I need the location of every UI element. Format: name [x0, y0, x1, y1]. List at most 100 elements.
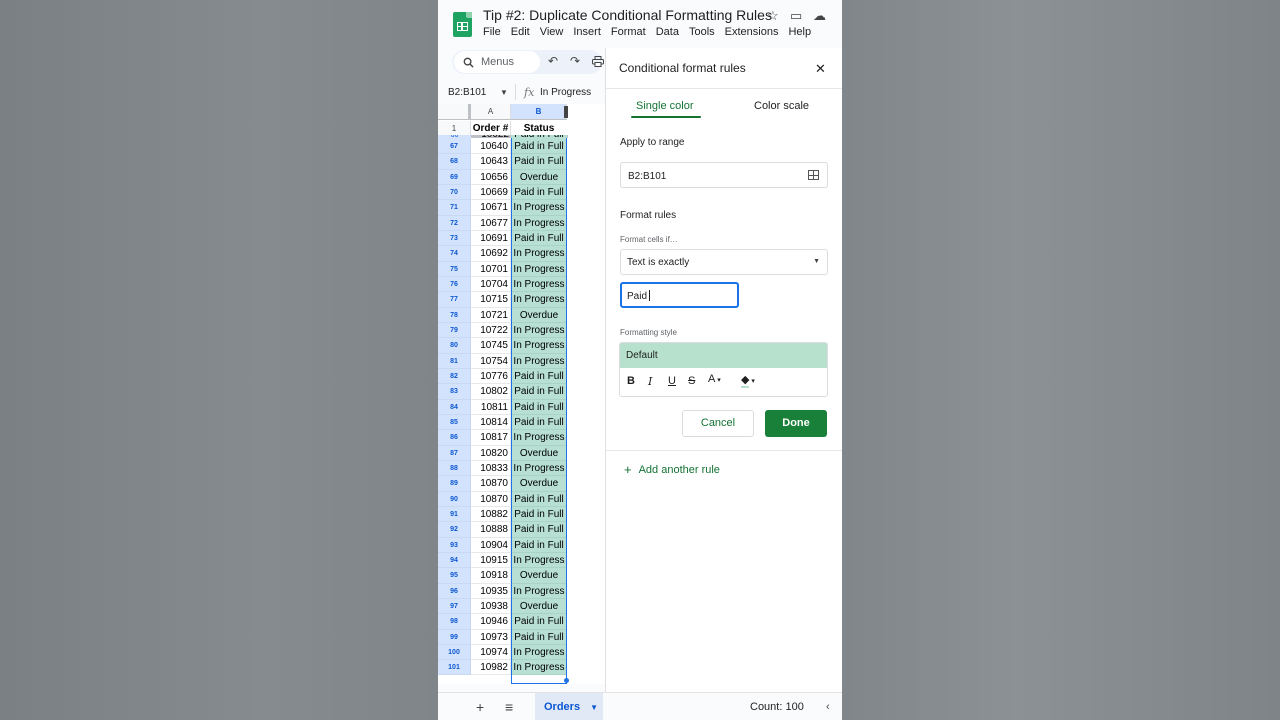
name-box-dropdown-icon[interactable]: ▼: [500, 88, 508, 97]
freeze-handle[interactable]: [564, 106, 568, 118]
status-cell[interactable]: Paid in Full: [511, 414, 567, 431]
tab-single-color[interactable]: Single color: [636, 100, 693, 112]
row-number[interactable]: 87: [438, 445, 471, 461]
row-number[interactable]: 80: [438, 338, 471, 354]
row-number[interactable]: 92: [438, 522, 471, 538]
column-header-a[interactable]: A: [471, 104, 511, 120]
order-cell[interactable]: 10870: [471, 491, 511, 507]
strikethrough-icon[interactable]: S: [688, 375, 695, 387]
order-cell[interactable]: 10973: [471, 629, 511, 645]
row-number[interactable]: 1: [438, 121, 471, 135]
all-sheets-menu-icon[interactable]: ≡: [505, 699, 513, 715]
order-cell[interactable]: 10982: [471, 660, 511, 676]
row-number[interactable]: 89: [438, 476, 471, 492]
collapse-icon[interactable]: ‹: [826, 701, 830, 713]
status-cell[interactable]: In Progress: [511, 460, 567, 477]
row-number[interactable]: 96: [438, 583, 471, 599]
row-number[interactable]: 93: [438, 537, 471, 553]
status-cell[interactable]: Paid in Full: [511, 537, 567, 553]
row-number[interactable]: 75: [438, 261, 471, 277]
style-preview[interactable]: Default: [620, 343, 827, 368]
row-number[interactable]: 97: [438, 598, 471, 615]
status-count[interactable]: Count: 100: [750, 701, 804, 713]
menu-insert[interactable]: Insert: [573, 26, 601, 38]
order-cell[interactable]: 10946: [471, 614, 511, 630]
status-cell[interactable]: Paid in Full: [511, 506, 567, 523]
row-number[interactable]: 85: [438, 414, 471, 431]
order-cell[interactable]: 10669: [471, 184, 511, 201]
star-icon[interactable]: ☆: [767, 8, 779, 24]
row-number[interactable]: 79: [438, 322, 471, 339]
order-cell[interactable]: 10918: [471, 568, 511, 584]
row-number[interactable]: 101: [438, 660, 471, 676]
order-cell[interactable]: 10677: [471, 215, 511, 231]
order-cell[interactable]: 10820: [471, 445, 511, 461]
row-number[interactable]: 94: [438, 552, 471, 569]
document-title[interactable]: Tip #2: Duplicate Conditional Formatting…: [483, 7, 772, 23]
row-number[interactable]: 95: [438, 568, 471, 584]
range-input[interactable]: B2:B101: [620, 162, 828, 188]
row-number[interactable]: 70: [438, 184, 471, 201]
status-cell[interactable]: Paid in Full: [511, 384, 567, 400]
row-number[interactable]: 68: [438, 154, 471, 170]
row-number[interactable]: 69: [438, 169, 471, 185]
status-cell[interactable]: In Progress: [511, 200, 567, 216]
add-another-rule-button[interactable]: + Add another rule: [624, 463, 720, 476]
row-number[interactable]: 83: [438, 384, 471, 400]
sheet-tab-dropdown-icon[interactable]: ▼: [590, 703, 598, 712]
row-number[interactable]: 71: [438, 200, 471, 216]
name-box[interactable]: B2:B101: [448, 87, 486, 98]
status-cell[interactable]: Paid in Full: [511, 399, 567, 415]
row-number[interactable]: 73: [438, 230, 471, 247]
order-cell[interactable]: 10701: [471, 261, 511, 277]
row-number[interactable]: 72: [438, 215, 471, 231]
menu-view[interactable]: View: [540, 26, 564, 38]
status-cell[interactable]: Overdue: [511, 476, 567, 492]
move-folder-icon[interactable]: ▭: [790, 8, 802, 24]
order-cell[interactable]: 10811: [471, 399, 511, 415]
add-sheet-icon[interactable]: +: [476, 699, 484, 715]
status-cell[interactable]: Paid in Full: [511, 184, 567, 201]
status-cell[interactable]: Paid in Full: [511, 230, 567, 247]
row-number[interactable]: 82: [438, 368, 471, 385]
header-status[interactable]: Status: [511, 121, 567, 135]
status-cell[interactable]: Overdue: [511, 568, 567, 584]
order-cell[interactable]: 10754: [471, 353, 511, 369]
status-cell[interactable]: Overdue: [511, 169, 567, 185]
order-cell[interactable]: 10704: [471, 276, 511, 293]
menu-help[interactable]: Help: [788, 26, 811, 38]
row-number[interactable]: 74: [438, 246, 471, 262]
text-color-icon[interactable]: A ▾: [708, 373, 721, 385]
row-number[interactable]: 88: [438, 460, 471, 477]
row-number[interactable]: 98: [438, 614, 471, 630]
status-cell[interactable]: In Progress: [511, 583, 567, 599]
menu-file[interactable]: File: [483, 26, 501, 38]
spreadsheet-grid[interactable]: A B 1 Order # Status 66 10622 Paid in Fu…: [438, 104, 606, 684]
status-cell[interactable]: In Progress: [511, 552, 567, 569]
value-field[interactable]: Paid: [620, 282, 739, 308]
status-cell[interactable]: Paid in Full: [511, 491, 567, 507]
order-cell[interactable]: 10882: [471, 506, 511, 523]
status-cell[interactable]: In Progress: [511, 430, 567, 446]
status-cell[interactable]: In Progress: [511, 276, 567, 293]
fill-handle[interactable]: [564, 678, 569, 683]
sheet-tab-orders[interactable]: Orders ▼: [535, 693, 603, 720]
order-cell[interactable]: 10776: [471, 368, 511, 385]
menu-data[interactable]: Data: [656, 26, 679, 38]
row-number[interactable]: 99: [438, 629, 471, 645]
status-cell[interactable]: In Progress: [511, 215, 567, 231]
bold-icon[interactable]: B: [627, 375, 635, 387]
status-cell[interactable]: Overdue: [511, 445, 567, 461]
status-cell[interactable]: In Progress: [511, 292, 567, 308]
status-cell[interactable]: Paid in Full: [511, 368, 567, 385]
menu-search[interactable]: Menus: [454, 51, 540, 73]
status-cell[interactable]: Paid in Full: [511, 614, 567, 630]
order-cell[interactable]: 10870: [471, 476, 511, 492]
order-cell[interactable]: 10745: [471, 338, 511, 354]
select-all-corner[interactable]: [438, 104, 471, 120]
menu-tools[interactable]: Tools: [689, 26, 715, 38]
column-header-b[interactable]: B: [511, 104, 567, 120]
tab-color-scale[interactable]: Color scale: [754, 100, 809, 112]
row-number[interactable]: 86: [438, 430, 471, 446]
order-cell[interactable]: 10640: [471, 139, 511, 155]
